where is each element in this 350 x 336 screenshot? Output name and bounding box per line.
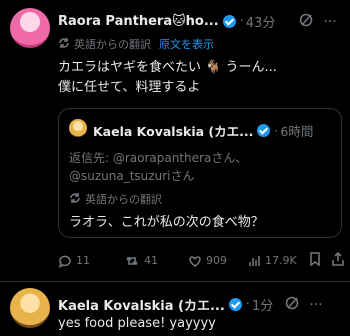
reply-more-icon[interactable]: ··· — [309, 297, 322, 313]
author-name[interactable]: Raora Panthera🐱ho... — [58, 14, 219, 29]
quoted-tweet-card[interactable]: Kaela Kovalskia (カエ... · 6時間 返信先: @raora… — [58, 108, 342, 238]
like-count: 909 — [206, 254, 227, 267]
share-button[interactable] — [331, 251, 345, 269]
retweet-icon — [126, 256, 138, 265]
translation-label: 英語からの翻訳 — [74, 38, 151, 51]
quote-avatar — [69, 119, 87, 137]
reply-verified-icon — [228, 298, 242, 311]
quote-translation-label: 英語からの翻訳 — [85, 193, 162, 206]
tweet-time[interactable]: 43分 — [246, 12, 276, 31]
quote-verified-icon — [257, 124, 271, 137]
quote-reply-to-line-1: 返信先: @raorapantheraさん、 — [69, 151, 248, 165]
views-button[interactable]: 17.9K — [247, 254, 297, 268]
tweet-text: カエラはヤギを食べたい 🐐 うーん... 僕に任せて、料理するよ — [58, 58, 348, 98]
reply-text: yes food please! yayyyy — [58, 316, 216, 331]
more-icon[interactable]: ··· — [323, 14, 336, 30]
tweet-text-line-1: カエラはヤギを食べたい 🐐 うーん... — [58, 60, 277, 75]
bookmark-button[interactable] — [309, 252, 321, 269]
reply-time[interactable]: 1分 — [252, 295, 273, 314]
share-icon — [331, 251, 344, 266]
bookmark-icon — [309, 252, 320, 267]
verified-badge-icon — [222, 15, 236, 28]
show-original-link[interactable]: 原文を表示 — [159, 36, 214, 52]
reply-avatar[interactable] — [10, 288, 50, 328]
tweet-text-line-2: 僕に任せて、料理するよ — [58, 80, 201, 95]
grok-icon[interactable] — [299, 13, 313, 31]
divider — [0, 281, 350, 282]
avatar[interactable] — [10, 8, 50, 48]
retweet-button[interactable]: 41 — [124, 254, 158, 268]
views-icon — [249, 255, 260, 266]
like-button[interactable]: 909 — [188, 254, 227, 268]
views-count: 17.9K — [265, 254, 297, 267]
quote-reply-to-line-2: @suzuna_tsuzuriさん — [69, 169, 195, 183]
action-bar: 11 41 909 17.9K — [58, 251, 345, 269]
quote-time: 6時間 — [280, 124, 314, 139]
reply-button[interactable]: 11 — [58, 254, 90, 268]
reply-grok-icon[interactable] — [285, 296, 299, 314]
translate-icon — [58, 37, 70, 52]
reply-author-name[interactable]: Kaela Kovalskia (カエ... — [58, 295, 225, 314]
heart-icon — [189, 255, 201, 267]
reply-count: 11 — [76, 254, 90, 267]
reply-icon — [58, 255, 71, 268]
quote-author-name: Kaela Kovalskia (カエ... — [93, 124, 254, 139]
quote-text: ラオラ、これが私の次の食べ物？ — [69, 215, 264, 230]
retweet-count: 41 — [144, 254, 158, 267]
quote-translate-icon — [69, 192, 81, 207]
